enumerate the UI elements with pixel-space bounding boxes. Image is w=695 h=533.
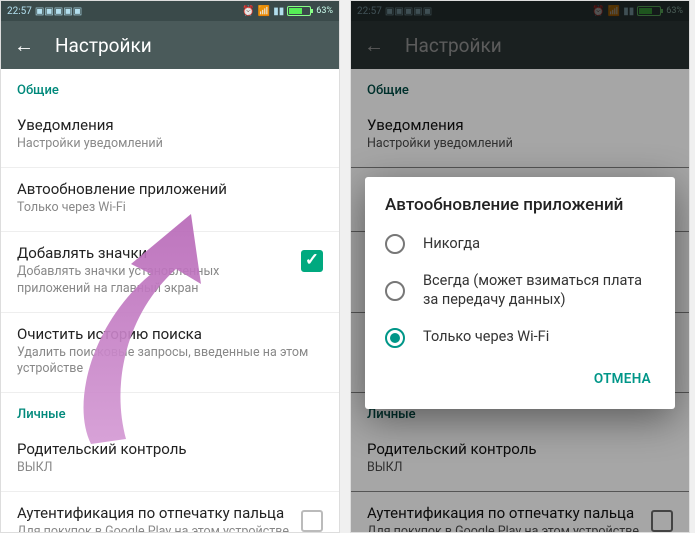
app-header: ← Настройки [1,21,339,69]
dialog-option-label: Всегда (может взиматься плата за передач… [423,272,655,310]
row-fingerprint-title: Аутентификация по отпечатку пальца [17,504,291,522]
status-time: 22:57 [7,6,32,17]
add-icons-checkbox[interactable] [301,250,323,272]
page-title: Настройки [55,34,152,57]
row-clear-history-subtitle: Удалить поисковые запросы, введенные на … [17,345,323,379]
phone-right: 22:57 ▣▣▣▣▣ ⏰ 📶 ▮▮ 63% ← Настройки Общие… [350,0,690,533]
signal-icon: ▮▮ [273,6,284,17]
row-autoupdate[interactable]: Автообновление приложений Только через W… [1,168,339,232]
battery-pct: 63% [316,6,333,16]
row-notifications-subtitle: Настройки уведомлений [17,136,323,153]
row-parental-subtitle: ВЫКЛ [17,460,323,477]
alarm-icon: ⏰ [242,6,254,17]
settings-list: Общие Уведомления Настройки уведомлений … [1,69,339,533]
section-label-general: Общие [1,69,339,104]
wifi-icon: 📶 [258,6,270,17]
phone-left: 22:57 ▣▣▣▣▣ ⏰ 📶 ▮▮ 63% ← Настройки Общие… [0,0,340,533]
row-parental[interactable]: Родительский контроль ВЫКЛ [1,428,339,492]
section-label-personal: Личные [1,393,339,428]
autoupdate-dialog: Автообновление приложений Никогда Всегда… [365,177,675,409]
radio-icon-selected [385,328,405,348]
dialog-option-never[interactable]: Никогда [365,225,675,263]
fingerprint-checkbox[interactable] [301,510,323,532]
radio-icon [385,234,405,254]
row-clear-history-title: Очистить историю поиска [17,325,323,343]
row-notifications[interactable]: Уведомления Настройки уведомлений [1,104,339,168]
status-app-icon: ▣▣▣▣▣ [35,6,82,17]
row-fingerprint[interactable]: Аутентификация по отпечатку пальца Для п… [1,492,339,533]
row-add-icons-title: Добавлять значки [17,244,291,262]
dialog-option-label: Никогда [423,235,480,254]
dialog-option-wifi[interactable]: Только через Wi-Fi [365,319,675,357]
radio-icon [385,281,405,301]
dialog-title: Автообновление приложений [365,195,675,225]
dialog-option-always[interactable]: Всегда (может взиматься плата за передач… [365,263,675,319]
row-parental-title: Родительский контроль [17,440,323,458]
row-notifications-title: Уведомления [17,116,323,134]
row-add-icons-subtitle: Добавлять значки установленных приложени… [17,264,291,298]
dialog-cancel-button[interactable]: ОТМЕНА [584,363,661,395]
row-fingerprint-subtitle: Для покупок в Google Play на этом устрой… [17,524,291,533]
dialog-option-label: Только через Wi-Fi [423,328,549,347]
row-add-icons[interactable]: Добавлять значки Добавлять значки устано… [1,232,339,313]
back-arrow-icon[interactable]: ← [15,36,33,54]
battery-icon [287,6,311,16]
row-autoupdate-subtitle: Только через Wi-Fi [17,200,323,217]
row-clear-history[interactable]: Очистить историю поиска Удалить поисковы… [1,313,339,394]
row-autoupdate-title: Автообновление приложений [17,180,323,198]
status-bar: 22:57 ▣▣▣▣▣ ⏰ 📶 ▮▮ 63% [1,1,339,21]
